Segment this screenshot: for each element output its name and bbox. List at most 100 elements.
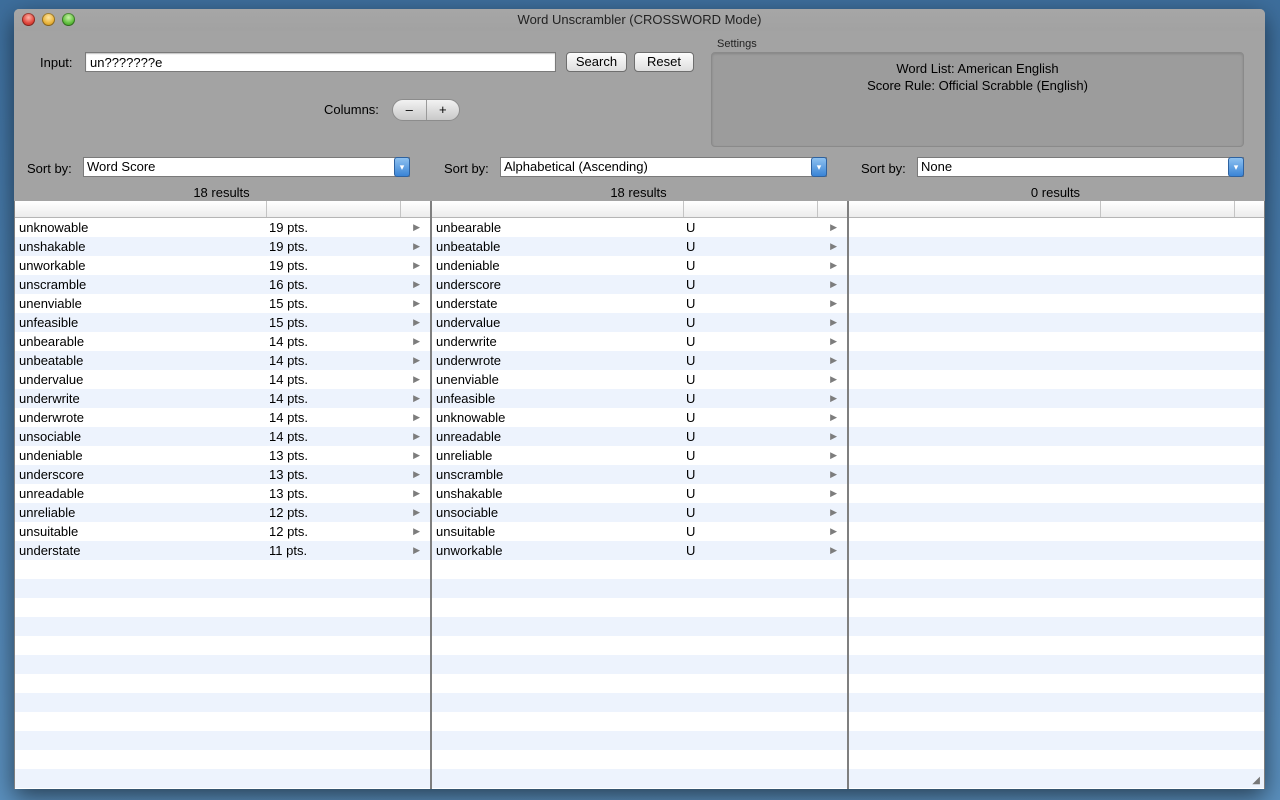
- table-header-1[interactable]: [15, 201, 430, 218]
- table-row[interactable]: underscore U ▶: [432, 275, 847, 294]
- table-row[interactable]: unbeatable 14 pts. ▶: [15, 351, 430, 370]
- disclosure-triangle-icon[interactable]: ▶: [413, 332, 420, 351]
- disclosure-triangle-icon[interactable]: ▶: [413, 503, 420, 522]
- table-row[interactable]: underwrite U ▶: [432, 332, 847, 351]
- disclosure-triangle-icon[interactable]: ▶: [830, 408, 837, 427]
- table-row[interactable]: unreliable 12 pts. ▶: [15, 503, 430, 522]
- word-cell: unshakable: [436, 486, 503, 501]
- table-header-3[interactable]: [849, 201, 1264, 218]
- columns-increment-button[interactable]: +: [425, 100, 460, 120]
- disclosure-triangle-icon[interactable]: ▶: [830, 294, 837, 313]
- close-window-icon[interactable]: [22, 13, 35, 26]
- table-row[interactable]: unreadable U ▶: [432, 427, 847, 446]
- table-row[interactable]: unbeatable U ▶: [432, 237, 847, 256]
- table-row[interactable]: undervalue U ▶: [432, 313, 847, 332]
- resize-grip-icon[interactable]: ◢: [1252, 775, 1260, 786]
- table-row[interactable]: underwrite 14 pts. ▶: [15, 389, 430, 408]
- table-row[interactable]: unknowable U ▶: [432, 408, 847, 427]
- sort-select-3[interactable]: None ▾: [917, 157, 1244, 177]
- table-row[interactable]: unworkable U ▶: [432, 541, 847, 560]
- disclosure-triangle-icon[interactable]: ▶: [830, 237, 837, 256]
- word-cell: undervalue: [436, 315, 501, 330]
- info-cell: U: [686, 296, 696, 311]
- disclosure-triangle-icon[interactable]: ▶: [830, 465, 837, 484]
- table-row[interactable]: unfeasible U ▶: [432, 389, 847, 408]
- table-row[interactable]: unsuitable U ▶: [432, 522, 847, 541]
- sort-select-2[interactable]: Alphabetical (Ascending) ▾: [500, 157, 827, 177]
- info-cell: U: [686, 505, 696, 520]
- disclosure-triangle-icon[interactable]: ▶: [413, 370, 420, 389]
- table-row[interactable]: unshakable U ▶: [432, 484, 847, 503]
- disclosure-triangle-icon[interactable]: ▶: [413, 237, 420, 256]
- table-row[interactable]: unbearable U ▶: [432, 218, 847, 237]
- disclosure-triangle-icon[interactable]: ▶: [413, 522, 420, 541]
- disclosure-triangle-icon[interactable]: ▶: [830, 427, 837, 446]
- table-header-2[interactable]: [432, 201, 847, 218]
- table-row[interactable]: unshakable 19 pts. ▶: [15, 237, 430, 256]
- select-arrow-icon[interactable]: ▾: [1228, 157, 1244, 177]
- search-button[interactable]: Search: [566, 52, 627, 72]
- disclosure-triangle-icon[interactable]: ▶: [413, 256, 420, 275]
- disclosure-triangle-icon[interactable]: ▶: [830, 218, 837, 237]
- table-row[interactable]: undervalue 14 pts. ▶: [15, 370, 430, 389]
- disclosure-triangle-icon[interactable]: ▶: [413, 351, 420, 370]
- table-row[interactable]: undeniable 13 pts. ▶: [15, 446, 430, 465]
- disclosure-triangle-icon[interactable]: ▶: [830, 351, 837, 370]
- table-row[interactable]: unfeasible 15 pts. ▶: [15, 313, 430, 332]
- disclosure-triangle-icon[interactable]: ▶: [413, 275, 420, 294]
- disclosure-triangle-icon[interactable]: ▶: [830, 484, 837, 503]
- reset-button[interactable]: Reset: [634, 52, 694, 72]
- disclosure-triangle-icon[interactable]: ▶: [413, 465, 420, 484]
- table-row[interactable]: unbearable 14 pts. ▶: [15, 332, 430, 351]
- table-row[interactable]: unenviable 15 pts. ▶: [15, 294, 430, 313]
- table-row[interactable]: unreadable 13 pts. ▶: [15, 484, 430, 503]
- table-row[interactable]: unscramble U ▶: [432, 465, 847, 484]
- table-row[interactable]: unreliable U ▶: [432, 446, 847, 465]
- table-row[interactable]: unworkable 19 pts. ▶: [15, 256, 430, 275]
- disclosure-triangle-icon[interactable]: ▶: [830, 256, 837, 275]
- sort-select-1[interactable]: Word Score ▾: [83, 157, 410, 177]
- zoom-window-icon[interactable]: [62, 13, 75, 26]
- word-cell: unscramble: [19, 277, 87, 292]
- disclosure-triangle-icon[interactable]: ▶: [413, 313, 420, 332]
- table-row[interactable]: unscramble 16 pts. ▶: [15, 275, 430, 294]
- disclosure-triangle-icon[interactable]: ▶: [830, 522, 837, 541]
- disclosure-triangle-icon[interactable]: ▶: [413, 446, 420, 465]
- disclosure-triangle-icon[interactable]: ▶: [830, 541, 837, 560]
- disclosure-triangle-icon[interactable]: ▶: [830, 313, 837, 332]
- table-row[interactable]: unknowable 19 pts. ▶: [15, 218, 430, 237]
- table-row[interactable]: unsociable U ▶: [432, 503, 847, 522]
- columns-decrement-button[interactable]: –: [393, 100, 426, 120]
- table-row[interactable]: unenviable U ▶: [432, 370, 847, 389]
- disclosure-triangle-icon[interactable]: ▶: [413, 427, 420, 446]
- disclosure-triangle-icon[interactable]: ▶: [413, 218, 420, 237]
- word-cell: unreadable: [436, 429, 502, 444]
- disclosure-triangle-icon[interactable]: ▶: [830, 446, 837, 465]
- table-row[interactable]: underwrote 14 pts. ▶: [15, 408, 430, 427]
- minimize-window-icon[interactable]: [42, 13, 55, 26]
- disclosure-triangle-icon[interactable]: ▶: [830, 389, 837, 408]
- disclosure-triangle-icon[interactable]: ▶: [830, 332, 837, 351]
- table-row[interactable]: understate U ▶: [432, 294, 847, 313]
- disclosure-triangle-icon[interactable]: ▶: [413, 484, 420, 503]
- sort-label-2: Sort by:: [444, 161, 489, 176]
- disclosure-triangle-icon[interactable]: ▶: [413, 541, 420, 560]
- select-arrow-icon[interactable]: ▾: [811, 157, 827, 177]
- table-row[interactable]: unsuitable 12 pts. ▶: [15, 522, 430, 541]
- table-row[interactable]: underscore 13 pts. ▶: [15, 465, 430, 484]
- word-input[interactable]: [85, 52, 556, 72]
- disclosure-triangle-icon[interactable]: ▶: [413, 389, 420, 408]
- results-count-3: 0 results: [1030, 185, 1081, 200]
- info-cell: 15 pts.: [269, 296, 309, 311]
- table-row[interactable]: understate 11 pts. ▶: [15, 541, 430, 560]
- select-arrow-icon[interactable]: ▾: [394, 157, 410, 177]
- disclosure-triangle-icon[interactable]: ▶: [413, 294, 420, 313]
- disclosure-triangle-icon[interactable]: ▶: [830, 503, 837, 522]
- disclosure-triangle-icon[interactable]: ▶: [830, 275, 837, 294]
- disclosure-triangle-icon[interactable]: ▶: [830, 370, 837, 389]
- table-row[interactable]: unsociable 14 pts. ▶: [15, 427, 430, 446]
- app-window: Word Unscrambler (CROSSWORD Mode) Input:…: [14, 9, 1265, 789]
- table-row[interactable]: undeniable U ▶: [432, 256, 847, 275]
- disclosure-triangle-icon[interactable]: ▶: [413, 408, 420, 427]
- table-row[interactable]: underwrote U ▶: [432, 351, 847, 370]
